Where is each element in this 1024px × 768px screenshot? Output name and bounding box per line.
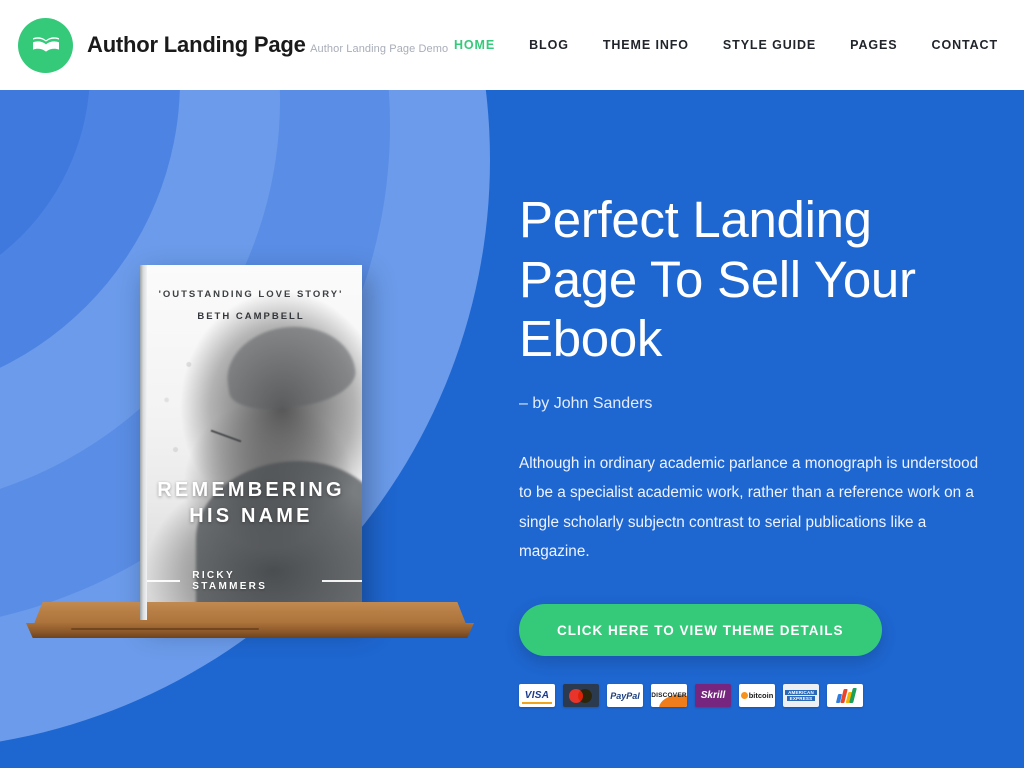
- discover-icon[interactable]: DISCOVER: [651, 684, 687, 708]
- book-cover-quote: 'OUTSTANDING LOVE STORY': [158, 289, 344, 300]
- paypal-icon[interactable]: PayPal: [607, 684, 643, 708]
- book-cover-title: REMEMBERING HIS NAME: [157, 479, 345, 528]
- brand-title: Author Landing Page: [87, 31, 306, 57]
- american-express-icon[interactable]: AMERICAN EXPRESS: [783, 684, 819, 708]
- nav-item-contact[interactable]: CONTACT: [932, 38, 998, 52]
- visa-icon[interactable]: VISA: [519, 684, 555, 708]
- rule-right: [321, 580, 362, 582]
- open-book-icon: [18, 17, 73, 73]
- hero-section: 'OUTSTANDING LOVE STORY' BETH CAMPBELL R…: [0, 90, 1024, 768]
- book-cover-author: RICKY STAMMERS: [192, 570, 268, 592]
- nav-item-style-guide[interactable]: STYLE GUIDE: [723, 38, 816, 52]
- brand-logo-link[interactable]: Author Landing Page Author Landing Page …: [18, 17, 449, 73]
- paypal-label: PayPal: [610, 690, 640, 701]
- brand-subtitle: Author Landing Page Demo: [310, 42, 449, 55]
- amex-label-top: AMERICAN: [785, 690, 817, 696]
- discover-label: DISCOVER: [651, 692, 687, 700]
- nav-item-theme-info[interactable]: THEME INFO: [603, 38, 689, 52]
- mastercard-icon[interactable]: [563, 684, 599, 708]
- bitcoin-symbol: [740, 692, 748, 700]
- hero-paragraph: Although in ordinary academic parlance a…: [519, 454, 979, 561]
- book-cover-author-row: RICKY STAMMERS: [140, 570, 362, 592]
- nav-item-pages[interactable]: PAGES: [850, 38, 897, 52]
- skrill-icon[interactable]: Skrill: [695, 684, 731, 708]
- payment-methods: VISA PayPal DISCOVER Skrill bitcoin AMER…: [519, 684, 979, 708]
- gw-bar-green: [848, 688, 857, 704]
- book-spine: [140, 265, 147, 620]
- bitcoin-label: bitcoin: [748, 691, 774, 701]
- skrill-label: Skrill: [700, 690, 726, 702]
- bitcoin-icon[interactable]: bitcoin: [739, 684, 775, 708]
- shelf-front-edge: [26, 623, 474, 638]
- google-wallet-mark: [835, 688, 857, 704]
- site-header: Author Landing Page Author Landing Page …: [0, 0, 1024, 90]
- view-theme-details-button[interactable]: CLICK HERE TO VIEW THEME DETAILS: [519, 604, 882, 657]
- book-showcase: 'OUTSTANDING LOVE STORY' BETH CAMPBELL R…: [0, 90, 500, 660]
- mastercard-circle-right: [578, 688, 592, 703]
- amex-label-bottom: EXPRESS: [786, 696, 816, 702]
- visa-label: VISA: [524, 690, 550, 702]
- hero-title: Perfect Landing Page To Sell Your Ebook: [519, 191, 916, 368]
- hero-copy: Perfect Landing Page To Sell Your Ebook …: [519, 190, 979, 708]
- main-navigation: HOME BLOG THEME INFO STYLE GUIDE PAGES C…: [454, 38, 998, 52]
- google-wallet-icon[interactable]: [827, 684, 863, 708]
- nav-item-home[interactable]: HOME: [454, 38, 495, 52]
- shelf-wood-grain: [70, 628, 259, 630]
- nav-item-blog[interactable]: BLOG: [529, 38, 569, 52]
- hero-byline: – by John Sanders: [519, 394, 653, 412]
- visa-underline: [522, 702, 552, 705]
- wooden-shelf: [26, 602, 474, 640]
- book-cover-endorser: BETH CAMPBELL: [197, 311, 305, 322]
- shelf-surface: [34, 602, 466, 624]
- brand-text: Author Landing Page Author Landing Page …: [87, 31, 449, 57]
- book-cover: 'OUTSTANDING LOVE STORY' BETH CAMPBELL R…: [140, 265, 362, 620]
